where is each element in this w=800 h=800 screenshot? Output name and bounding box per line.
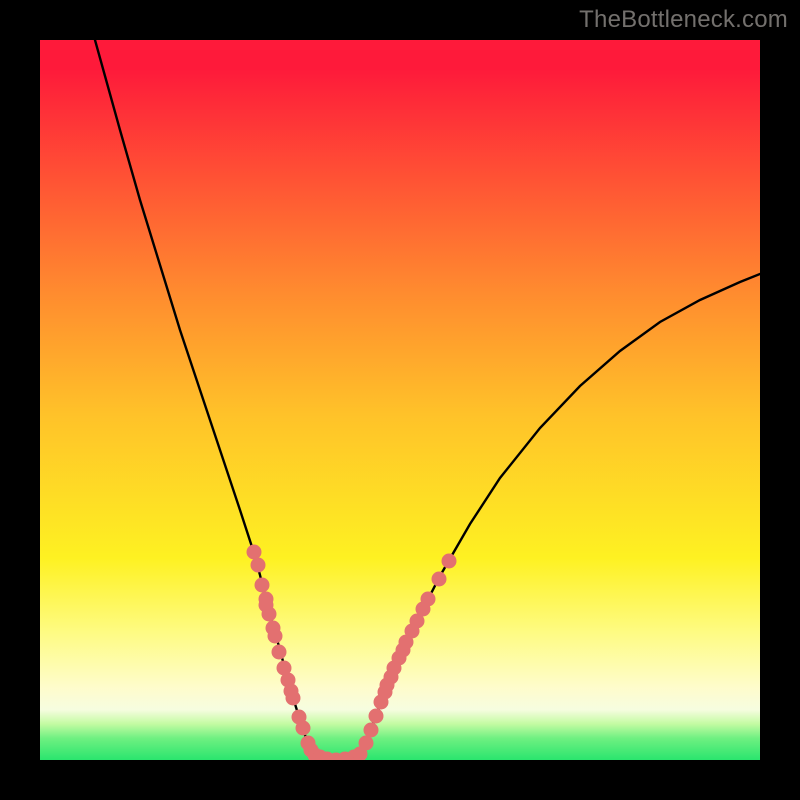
marker-dot — [251, 558, 266, 573]
bottleneck-curve — [95, 40, 760, 759]
watermark-text: TheBottleneck.com — [579, 6, 788, 34]
marker-dot — [442, 554, 457, 569]
marker-dot — [432, 572, 447, 587]
chart-frame: TheBottleneck.com — [0, 0, 800, 800]
marker-dot — [369, 709, 384, 724]
marker-dot — [359, 736, 374, 751]
marker-dot — [364, 723, 379, 738]
curve-layer — [40, 40, 760, 760]
marker-dot — [272, 645, 287, 660]
marker-dots — [247, 545, 457, 761]
marker-dot — [421, 592, 436, 607]
marker-dot — [247, 545, 262, 560]
marker-dot — [296, 721, 311, 736]
marker-dot — [255, 578, 270, 593]
marker-dot — [262, 607, 277, 622]
marker-dot — [286, 691, 301, 706]
plot-area — [40, 40, 760, 760]
marker-dot — [268, 629, 283, 644]
